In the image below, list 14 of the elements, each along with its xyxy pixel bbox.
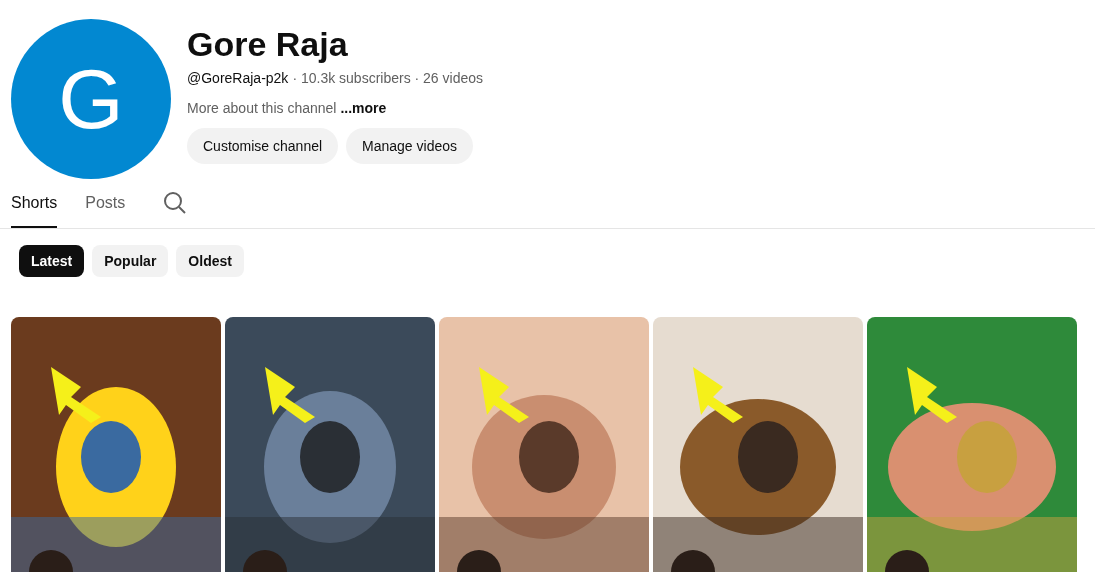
filter-chip[interactable]: Oldest: [176, 245, 244, 277]
more-link[interactable]: ...more: [340, 100, 387, 116]
channel-action-button[interactable]: Manage videos: [346, 128, 473, 164]
channel-handle: @GoreRaja-p2k: [187, 70, 289, 86]
channel-description: More about this channel: [187, 100, 337, 116]
avatar-letter: G: [58, 57, 124, 141]
filter-chip[interactable]: Popular: [92, 245, 169, 277]
channel-name: Gore Raja: [187, 24, 349, 64]
channel-action-button[interactable]: Customise channel: [187, 128, 339, 164]
channel-tab[interactable]: Posts: [85, 180, 126, 228]
channel-tab[interactable]: Shorts: [11, 180, 58, 228]
search-icon[interactable]: [163, 191, 188, 215]
channel-stats: · 10.3k subscribers · 26 videos: [292, 70, 483, 86]
filter-chip[interactable]: Latest: [19, 245, 85, 277]
